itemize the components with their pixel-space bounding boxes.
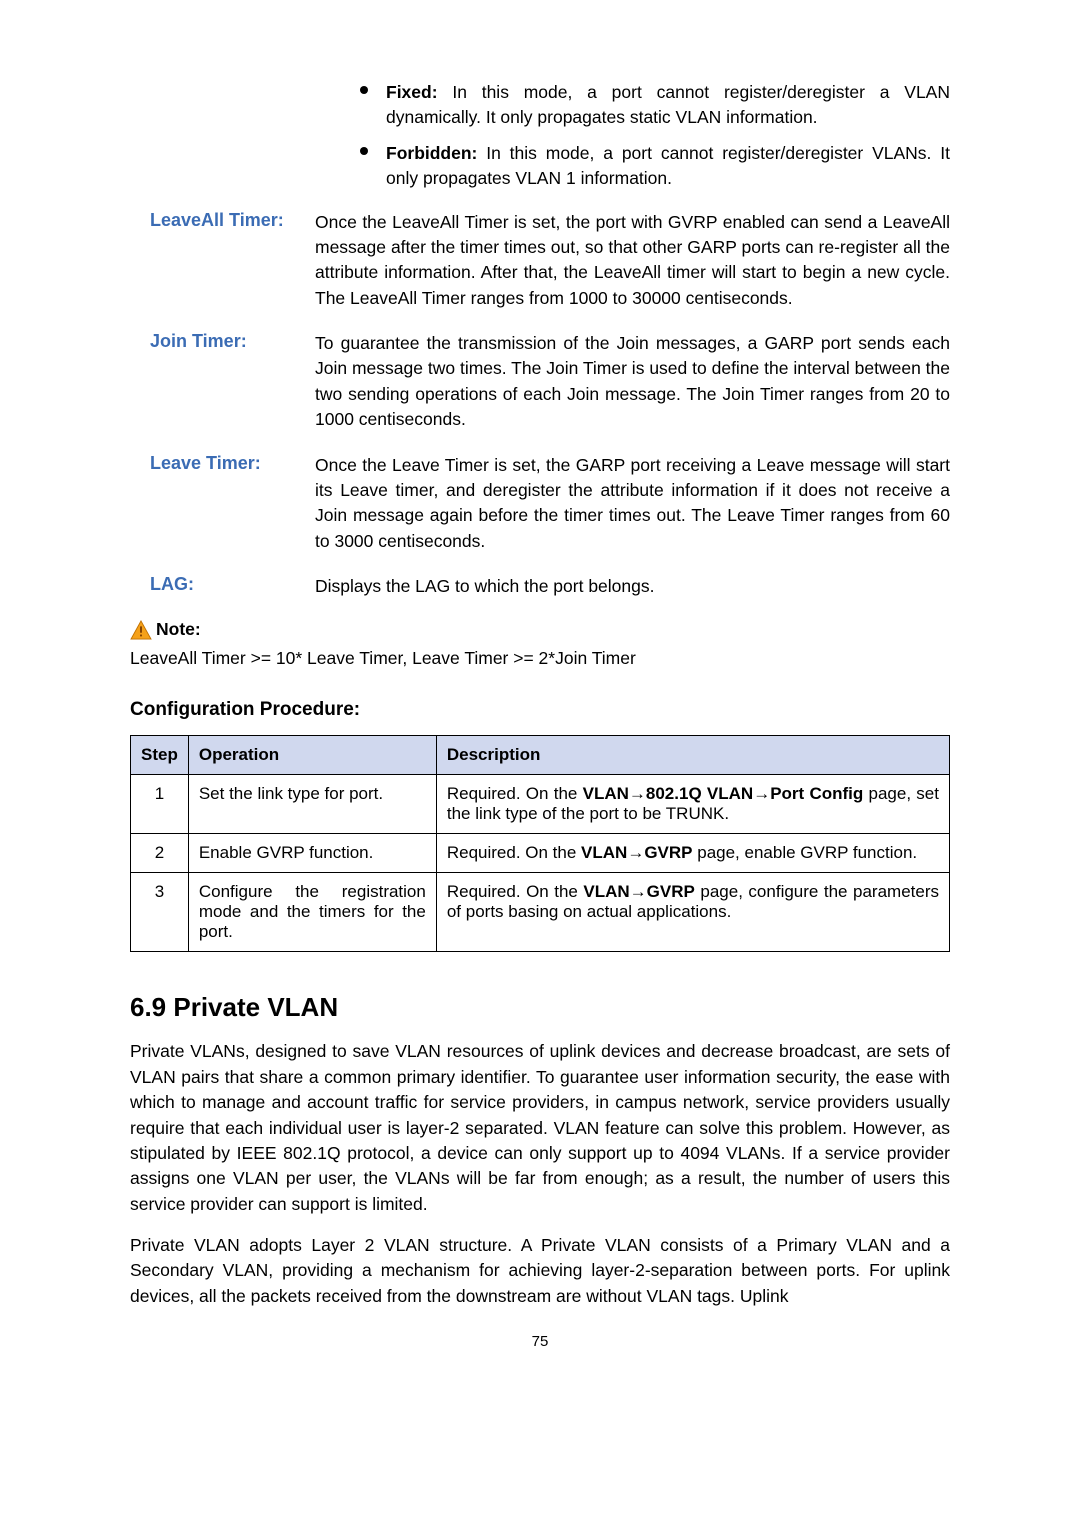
- bullet-fixed: Fixed: In this mode, a port cannot regis…: [360, 80, 950, 131]
- def-leave-body: Once the Leave Timer is set, the GARP po…: [315, 453, 950, 555]
- cell-description: Required. On the VLAN→GVRP page, enable …: [436, 834, 949, 873]
- desc-pre: Required. On the: [447, 784, 583, 803]
- desc-bold: VLAN→GVRP: [581, 843, 692, 862]
- def-leaveall-timer: LeaveAll Timer: Once the LeaveAll Timer …: [130, 210, 950, 312]
- def-lag-body: Displays the LAG to which the port belon…: [315, 574, 950, 599]
- table-row: 1 Set the link type for port. Required. …: [131, 775, 950, 834]
- desc-pre: Required. On the: [447, 843, 581, 862]
- cell-step: 3: [131, 873, 189, 952]
- def-leave-timer: Leave Timer: Once the Leave Timer is set…: [130, 453, 950, 555]
- note-header: Note:: [130, 619, 950, 640]
- table-header-row: Step Operation Description: [131, 736, 950, 775]
- cell-operation: Enable GVRP function.: [188, 834, 436, 873]
- desc-pre: Required. On the: [447, 882, 584, 901]
- cell-operation: Configure the registration mode and the …: [188, 873, 436, 952]
- def-lag-label: LAG:: [130, 574, 315, 599]
- def-join-label: Join Timer:: [130, 331, 315, 433]
- bullet-fixed-label: Fixed:: [386, 82, 438, 102]
- bullet-icon: [360, 86, 368, 94]
- th-operation: Operation: [188, 736, 436, 775]
- section-title: 6.9 Private VLAN: [130, 992, 950, 1023]
- table-row: 2 Enable GVRP function. Required. On the…: [131, 834, 950, 873]
- desc-post: page, enable GVRP function.: [693, 843, 918, 862]
- def-join-timer: Join Timer: To guarantee the transmissio…: [130, 331, 950, 433]
- th-description: Description: [436, 736, 949, 775]
- bullet-forbidden-label: Forbidden:: [386, 143, 477, 163]
- th-step: Step: [131, 736, 189, 775]
- page-number: 75: [130, 1333, 950, 1350]
- cell-description: Required. On the VLAN→802.1Q VLAN→Port C…: [436, 775, 949, 834]
- warning-icon: [130, 620, 152, 640]
- cell-step: 1: [131, 775, 189, 834]
- def-lag: LAG: Displays the LAG to which the port …: [130, 574, 950, 599]
- def-leave-label: Leave Timer:: [130, 453, 315, 555]
- cell-operation: Set the link type for port.: [188, 775, 436, 834]
- desc-bold: VLAN→802.1Q VLAN→Port Config: [583, 784, 864, 803]
- bullet-icon: [360, 147, 368, 155]
- desc-bold: VLAN→GVRP: [583, 882, 694, 901]
- table-row: 3 Configure the registration mode and th…: [131, 873, 950, 952]
- bullet-fixed-body: In this mode, a port cannot register/der…: [386, 82, 950, 127]
- cell-description: Required. On the VLAN→GVRP page, configu…: [436, 873, 949, 952]
- section-para2: Private VLAN adopts Layer 2 VLAN structu…: [130, 1233, 950, 1309]
- def-join-body: To guarantee the transmission of the Joi…: [315, 331, 950, 433]
- document-page: Fixed: In this mode, a port cannot regis…: [0, 0, 1080, 1527]
- note-text: LeaveAll Timer >= 10* Leave Timer, Leave…: [130, 648, 950, 669]
- bullet-forbidden: Forbidden: In this mode, a port cannot r…: [360, 141, 950, 192]
- section-para1: Private VLANs, designed to save VLAN res…: [130, 1039, 950, 1217]
- cell-step: 2: [131, 834, 189, 873]
- def-leaveall-label: LeaveAll Timer:: [130, 210, 315, 312]
- bullet-forbidden-text: Forbidden: In this mode, a port cannot r…: [386, 141, 950, 192]
- registration-mode-bullets: Fixed: In this mode, a port cannot regis…: [360, 80, 950, 192]
- def-leaveall-body: Once the LeaveAll Timer is set, the port…: [315, 210, 950, 312]
- procedure-table: Step Operation Description 1 Set the lin…: [130, 735, 950, 952]
- bullet-fixed-text: Fixed: In this mode, a port cannot regis…: [386, 80, 950, 131]
- procedure-heading: Configuration Procedure:: [130, 699, 950, 721]
- note-label: Note:: [156, 619, 201, 640]
